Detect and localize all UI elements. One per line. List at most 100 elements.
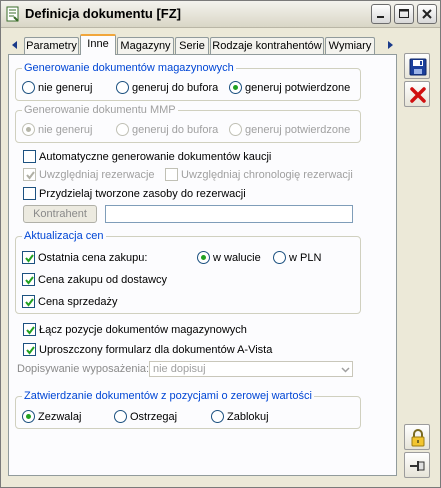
radio-circle bbox=[116, 81, 129, 94]
app-document-icon bbox=[5, 6, 21, 22]
radio-zezwalaj[interactable]: Zezwalaj bbox=[22, 410, 81, 423]
checkbox-box bbox=[22, 251, 35, 264]
radio-nie-generuj[interactable]: nie generuj bbox=[22, 81, 92, 94]
tab-panel-inne: Generowanie dokumentów magazynowych nie … bbox=[8, 54, 397, 476]
radio-circle bbox=[22, 410, 35, 423]
window: Definicja dokumentu [FZ] Parametry Inne … bbox=[0, 0, 441, 488]
tab-label: Inne bbox=[87, 38, 109, 50]
window-title: Definicja dokumentu [FZ] bbox=[25, 6, 181, 21]
radio-label: Zezwalaj bbox=[38, 410, 82, 423]
checkbox-box bbox=[23, 150, 36, 163]
radio-circle bbox=[22, 81, 35, 94]
radio-mmp-nie-generuj[interactable]: nie generuj bbox=[22, 123, 92, 136]
checkbox-przydzielaj-zasoby[interactable]: Przydzielaj tworzone zasoby do rezerwacj… bbox=[23, 187, 246, 200]
dopisywanie-select[interactable]: nie dopisuj bbox=[149, 361, 353, 377]
tab-rodzaje-kontrahentow[interactable]: Rodzaje kontrahentów bbox=[210, 37, 324, 54]
radio-circle bbox=[197, 251, 210, 264]
tab-serie[interactable]: Serie bbox=[175, 37, 209, 54]
minimize-button[interactable] bbox=[371, 4, 391, 24]
radio-label: Ostrzegaj bbox=[130, 410, 178, 423]
checkbox-box bbox=[23, 187, 36, 200]
radio-circle bbox=[22, 123, 35, 136]
checkbox-box bbox=[22, 273, 35, 286]
radio-circle bbox=[229, 123, 242, 136]
radio-circle bbox=[273, 251, 286, 264]
checkbox-ostatnia-cena-zakupu[interactable]: Ostatnia cena zakupu: bbox=[22, 251, 147, 264]
tab-inne[interactable]: Inne bbox=[80, 34, 116, 55]
group-generowanie-mmp: Generowanie dokumentu MMP nie generuj ge… bbox=[15, 104, 361, 143]
tab-label: Magazyny bbox=[120, 40, 171, 52]
radio-label: Zablokuj bbox=[227, 410, 269, 423]
checkbox-uwzgledniaj-rezerwacje[interactable]: Uwzględniaj rezerwacje bbox=[23, 168, 155, 181]
checkbox-auto-kaucja[interactable]: Automatyczne generowanie dokumentów kauc… bbox=[23, 150, 271, 163]
chevron-down-icon bbox=[341, 364, 350, 378]
radio-circle bbox=[116, 123, 129, 136]
kontrahent-button[interactable]: Kontrahent bbox=[23, 205, 97, 223]
radio-zablokuj[interactable]: Zablokuj bbox=[211, 410, 269, 423]
checkbox-label: Cena zakupu od dostawcy bbox=[38, 273, 168, 286]
radio-w-walucie[interactable]: w walucie bbox=[197, 251, 261, 264]
checkbox-cena-zakupu-od-dostawcy[interactable]: Cena zakupu od dostawcy bbox=[22, 273, 167, 286]
radio-circle bbox=[211, 410, 224, 423]
checkbox-box bbox=[23, 323, 36, 336]
checkbox-label: Uwzględniaj rezerwacje bbox=[39, 168, 155, 181]
radio-generuj-do-bufora[interactable]: generuj do bufora bbox=[116, 81, 218, 94]
group-legend: Aktualizacja cen bbox=[22, 230, 106, 242]
tab-label: Serie bbox=[179, 40, 205, 52]
radio-w-pln[interactable]: w PLN bbox=[273, 251, 321, 264]
radio-label: generuj potwierdzone bbox=[245, 123, 351, 136]
radio-ostrzegaj[interactable]: Ostrzegaj bbox=[114, 410, 177, 423]
group-aktualizacja-cen: Aktualizacja cen Ostatnia cena zakupu: w… bbox=[15, 230, 361, 314]
checkbox-label: Ostatnia cena zakupu: bbox=[38, 251, 148, 264]
checkbox-label: Uproszczony formularz dla dokumentów A-V… bbox=[39, 343, 273, 356]
checkbox-label: Cena sprzedaży bbox=[38, 295, 118, 308]
tab-label: Rodzaje kontrahentów bbox=[212, 40, 322, 52]
checkbox-cena-sprzedazy[interactable]: Cena sprzedaży bbox=[22, 295, 118, 308]
tab-label: Parametry bbox=[26, 40, 77, 52]
checkbox-lacz-pozycje[interactable]: Łącz pozycje dokumentów magazynowych bbox=[23, 323, 247, 336]
group-legend: Generowanie dokumentów magazynowych bbox=[22, 62, 236, 74]
close-button[interactable] bbox=[417, 4, 437, 24]
group-legend: Generowanie dokumentu MMP bbox=[22, 104, 178, 116]
radio-generuj-potwierdzone[interactable]: generuj potwierdzone bbox=[229, 81, 350, 94]
lock-button[interactable] bbox=[404, 424, 430, 450]
kontrahent-field[interactable] bbox=[105, 205, 353, 223]
checkbox-box bbox=[23, 343, 36, 356]
maximize-button[interactable] bbox=[394, 4, 414, 24]
radio-circle bbox=[229, 81, 242, 94]
checkbox-label: Przydzielaj tworzone zasoby do rezerwacj… bbox=[39, 187, 246, 200]
group-generowanie-magazynowych: Generowanie dokumentów magazynowych nie … bbox=[15, 62, 361, 101]
radio-label: w walucie bbox=[213, 251, 261, 264]
radio-label: generuj do bufora bbox=[132, 81, 219, 94]
radio-label: generuj potwierdzone bbox=[245, 81, 351, 94]
checkbox-box bbox=[23, 168, 36, 181]
tab-wymiary[interactable]: Wymiary bbox=[325, 37, 375, 54]
checkbox-uproszczony-formularz[interactable]: Uproszczony formularz dla dokumentów A-V… bbox=[23, 343, 272, 356]
tab-label: Wymiary bbox=[328, 40, 372, 52]
checkbox-label: Łącz pozycje dokumentów magazynowych bbox=[39, 323, 247, 336]
dopisywanie-label: Dopisywanie wyposażenia: bbox=[17, 363, 150, 375]
cancel-button[interactable] bbox=[404, 81, 430, 107]
title-bar[interactable]: Definicja dokumentu [FZ] bbox=[1, 1, 440, 28]
tab-scroll-left-icon[interactable] bbox=[10, 40, 20, 50]
radio-label: nie generuj bbox=[38, 81, 93, 94]
radio-mmp-generuj-do-bufora[interactable]: generuj do bufora bbox=[116, 123, 218, 136]
checkbox-box bbox=[22, 295, 35, 308]
radio-label: nie generuj bbox=[38, 123, 93, 136]
checkbox-label: Uwzględniaj chronologię rezerwacji bbox=[181, 168, 353, 181]
tab-magazyny[interactable]: Magazyny bbox=[117, 37, 174, 54]
group-legend: Zatwierdzanie dokumentów z pozycjami o z… bbox=[22, 390, 314, 402]
save-button[interactable] bbox=[404, 53, 430, 79]
tab-parametry[interactable]: Parametry bbox=[24, 37, 79, 54]
select-value: nie dopisuj bbox=[153, 363, 206, 375]
radio-circle bbox=[114, 410, 127, 423]
tab-scroll-right-icon[interactable] bbox=[385, 40, 395, 50]
checkbox-box bbox=[165, 168, 178, 181]
checkbox-label: Automatyczne generowanie dokumentów kauc… bbox=[39, 150, 272, 163]
pin-button[interactable] bbox=[404, 452, 430, 478]
group-zatwierdzanie: Zatwierdzanie dokumentów z pozycjami o z… bbox=[15, 390, 361, 429]
radio-mmp-generuj-potwierdzone[interactable]: generuj potwierdzone bbox=[229, 123, 350, 136]
checkbox-uwzgledniaj-chronologie[interactable]: Uwzględniaj chronologię rezerwacji bbox=[165, 168, 353, 181]
radio-label: w PLN bbox=[289, 251, 322, 264]
radio-label: generuj do bufora bbox=[132, 123, 219, 136]
